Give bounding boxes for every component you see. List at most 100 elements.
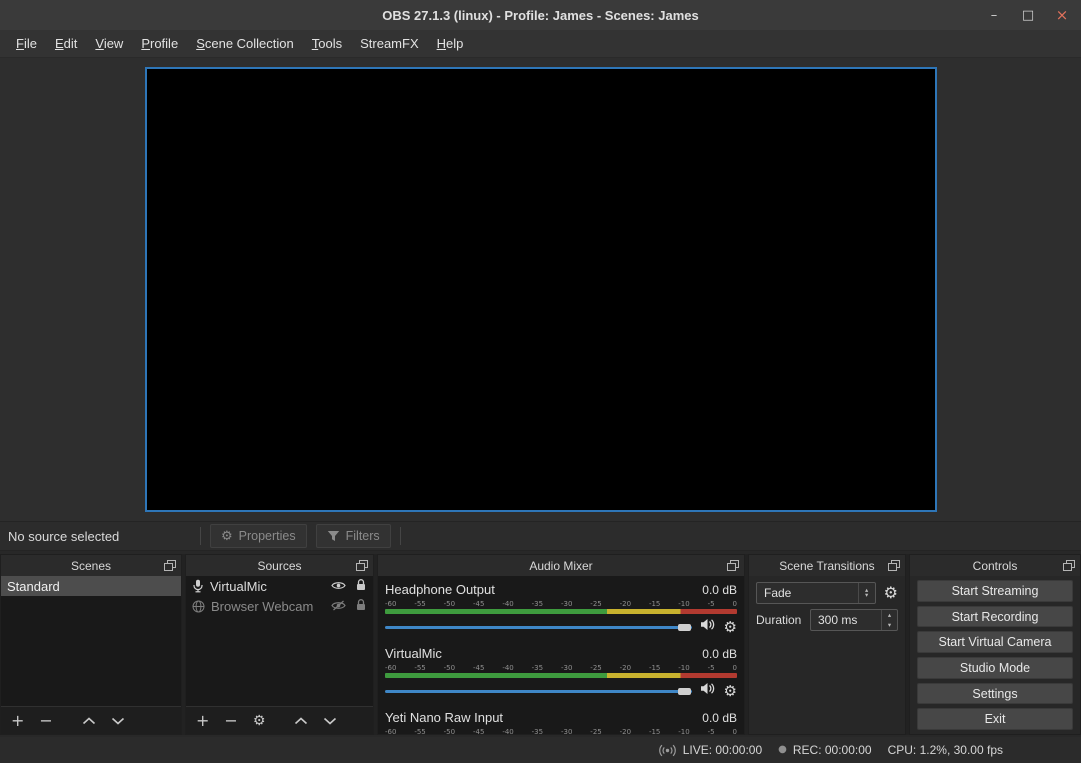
lock-toggle[interactable]: [355, 578, 367, 594]
scene-transitions-header[interactable]: Scene Transitions: [749, 555, 905, 576]
chevron-up-icon: [294, 712, 308, 730]
start-streaming-button[interactable]: Start Streaming: [917, 580, 1073, 602]
gear-icon: ⚙: [884, 585, 898, 601]
channel-name: VirtualMic: [385, 646, 442, 661]
add-scene-button[interactable]: +: [11, 713, 24, 729]
remove-source-button[interactable]: −: [224, 713, 237, 729]
maximize-button[interactable]: □: [1021, 8, 1035, 23]
mute-toggle[interactable]: [700, 618, 716, 636]
combo-spinner[interactable]: ▴ ▾: [858, 583, 875, 603]
sources-panel-header[interactable]: Sources: [186, 555, 373, 576]
popout-icon[interactable]: [888, 560, 900, 571]
source-up-button[interactable]: [294, 712, 308, 730]
controls-body: Start Streaming Start Recording Start Vi…: [910, 576, 1080, 734]
transition-select-value: Fade: [764, 586, 791, 600]
menu-streamfx[interactable]: StreamFX: [351, 32, 428, 55]
audio-mixer-panel: Audio Mixer Headphone Output 0.0 dB -60-…: [377, 554, 745, 735]
volume-slider[interactable]: [385, 620, 692, 634]
slider-track: [385, 690, 692, 693]
visibility-toggle[interactable]: [331, 599, 346, 614]
start-recording-button[interactable]: Start Recording: [917, 606, 1073, 628]
volume-slider[interactable]: [385, 684, 692, 698]
channel-volume-label: 0.0 dB: [702, 583, 737, 597]
slider-handle[interactable]: [678, 624, 691, 631]
meter-tick-label: -40: [502, 728, 513, 734]
chevron-down-icon: [111, 712, 125, 730]
minimize-button[interactable]: –: [987, 8, 1001, 23]
source-item-browser-webcam[interactable]: Browser Webcam: [186, 596, 373, 616]
sources-toolbar: + − ⚙: [186, 706, 373, 734]
toolbar-separator: [200, 527, 201, 545]
popout-icon[interactable]: [1063, 560, 1075, 571]
scene-up-button[interactable]: [82, 712, 96, 730]
scene-down-button[interactable]: [111, 712, 125, 730]
meter-tick-label: -55: [414, 664, 425, 672]
popout-icon[interactable]: [356, 560, 368, 571]
start-virtual-camera-button[interactable]: Start Virtual Camera: [917, 631, 1073, 653]
transition-select[interactable]: Fade ▴ ▾: [756, 582, 876, 604]
scene-item-label: Standard: [7, 579, 60, 594]
add-source-button[interactable]: +: [196, 713, 209, 729]
meter-tick-label: -45: [473, 664, 484, 672]
globe-icon: [192, 600, 205, 613]
sources-panel-title: Sources: [257, 559, 301, 573]
meter-tick-label: -15: [649, 664, 660, 672]
gear-icon: ⚙: [724, 684, 737, 699]
obs-window: OBS 27.1.3 (linux) - Profile: James - Sc…: [0, 0, 1081, 763]
duration-spinbox[interactable]: 300 ms ▴ ▾: [810, 609, 898, 631]
preview-canvas[interactable]: [145, 67, 937, 512]
channel-volume-label: 0.0 dB: [702, 711, 737, 725]
popout-icon[interactable]: [727, 560, 739, 571]
meter-tick-label: -20: [620, 728, 631, 734]
preview-area: [0, 58, 1081, 521]
meter-tick-label: -5: [708, 600, 715, 608]
close-button[interactable]: ×: [1055, 6, 1069, 24]
menu-profile[interactable]: Profile: [132, 32, 187, 55]
audio-mixer-header[interactable]: Audio Mixer: [378, 555, 744, 576]
minus-icon: −: [224, 713, 237, 729]
visibility-toggle[interactable]: [331, 579, 346, 594]
controls-panel-header[interactable]: Controls: [910, 555, 1080, 576]
lock-toggle[interactable]: [355, 598, 367, 614]
source-down-button[interactable]: [323, 712, 337, 730]
plus-icon: +: [11, 713, 24, 729]
menu-help[interactable]: Help: [428, 32, 473, 55]
meter-tick-label: 0: [732, 728, 736, 734]
cpu-fps-label: CPU: 1.2%, 30.00 fps: [888, 743, 1003, 757]
popout-icon[interactable]: [164, 560, 176, 571]
filters-button[interactable]: Filters: [316, 524, 391, 548]
scene-transitions-title: Scene Transitions: [779, 559, 874, 573]
eye-icon: [331, 579, 346, 594]
meter-tick-label: -45: [473, 728, 484, 734]
slider-handle[interactable]: [678, 688, 691, 695]
source-item-virtualmic[interactable]: VirtualMic: [186, 576, 373, 596]
status-bar: LIVE: 00:00:00 ● REC: 00:00:00 CPU: 1.2%…: [0, 737, 1081, 763]
duration-spinner[interactable]: ▴ ▾: [881, 610, 897, 630]
mixer-channel-virtualmic: VirtualMic 0.0 dB -60-55-50-45-40-35-30-…: [385, 642, 737, 706]
studio-mode-button[interactable]: Studio Mode: [917, 657, 1073, 679]
scene-item-standard[interactable]: Standard: [1, 576, 181, 596]
menu-view[interactable]: View: [86, 32, 132, 55]
scenes-toolbar: + −: [1, 706, 181, 734]
meter-tick-label: -50: [444, 600, 455, 608]
record-dot-icon: ●: [778, 745, 787, 755]
channel-settings-button[interactable]: ⚙: [724, 620, 737, 635]
transition-properties-button[interactable]: ⚙: [884, 585, 898, 601]
properties-button[interactable]: ⚙ Properties: [210, 524, 307, 548]
menu-edit[interactable]: Edit: [46, 32, 86, 55]
source-properties-button[interactable]: ⚙: [253, 714, 266, 728]
remove-scene-button[interactable]: −: [39, 713, 52, 729]
channel-settings-button[interactable]: ⚙: [724, 684, 737, 699]
scenes-panel-header[interactable]: Scenes: [1, 555, 181, 576]
channel-name: Headphone Output: [385, 582, 495, 597]
minus-icon: −: [39, 713, 52, 729]
exit-button[interactable]: Exit: [917, 708, 1073, 730]
settings-button[interactable]: Settings: [917, 683, 1073, 705]
mute-toggle[interactable]: [700, 682, 716, 700]
titlebar[interactable]: OBS 27.1.3 (linux) - Profile: James - Sc…: [0, 0, 1081, 30]
menu-file[interactable]: File: [7, 32, 46, 55]
menu-scene-collection[interactable]: Scene Collection: [187, 32, 303, 55]
menu-tools[interactable]: Tools: [303, 32, 351, 55]
meter-scale: -60-55-50-45-40-35-30-25-20-15-10-50: [385, 599, 737, 608]
scenes-panel: Scenes Standard + −: [0, 554, 182, 735]
